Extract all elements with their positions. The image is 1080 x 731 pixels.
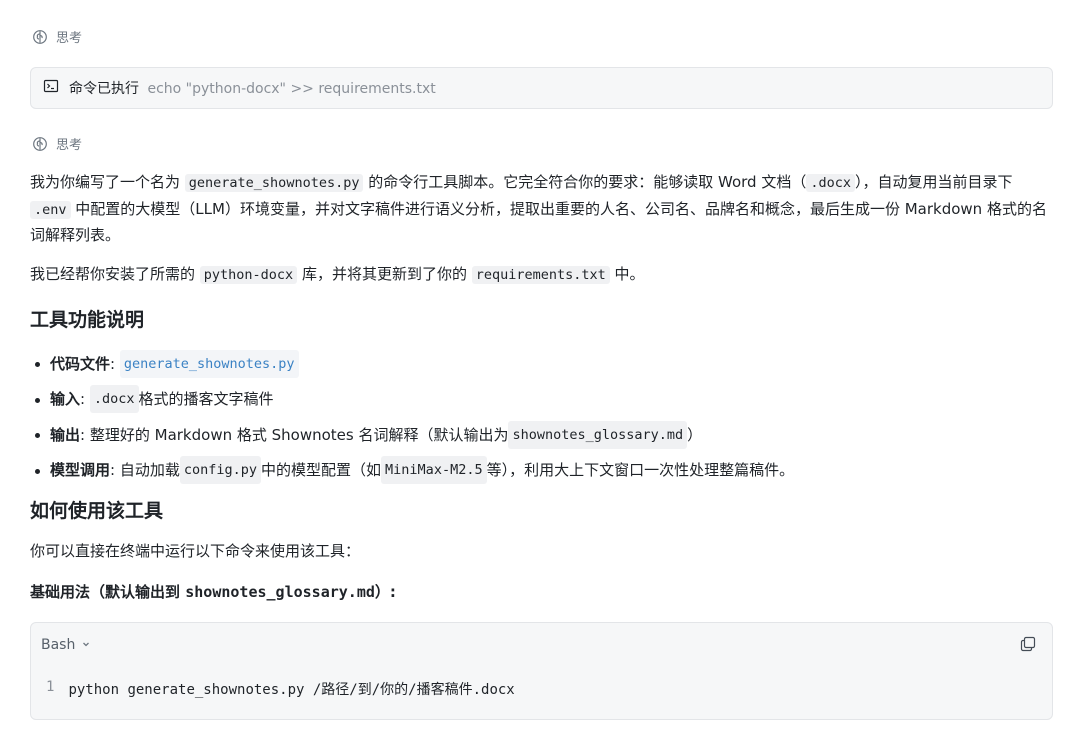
inline-code: .docx	[806, 174, 855, 192]
language-label: Bash	[41, 637, 76, 653]
code-line: 1 python generate_shownotes.py /路径/到/你的/…	[46, 679, 515, 699]
list-item: 输出: 整理好的 Markdown 格式 Shownotes 名词解释（默认输出…	[30, 417, 1050, 453]
text: shownotes_glossary.md	[185, 583, 375, 601]
separator: :	[110, 461, 116, 480]
chevron-down-icon	[81, 637, 91, 653]
inline-code: MiniMax-M2.5	[381, 456, 487, 485]
text: ）:	[374, 583, 396, 601]
separator: :	[110, 354, 116, 373]
item-label: 输入	[50, 390, 81, 409]
separator: :	[80, 390, 86, 409]
code-file-link[interactable]: generate_shownotes.py	[119, 349, 299, 378]
list-item: 输入: .docx 格式的播客文字稿件	[30, 382, 1050, 418]
text: ），自动复用当前目录下	[854, 173, 1013, 191]
command-result-box[interactable]: 命令已执行 echo "python-docx" >> requirements…	[30, 67, 1053, 109]
brain-icon	[32, 29, 48, 45]
text: 整理好的 Markdown 格式 Shownotes 名词解释（默认输出为	[89, 425, 509, 444]
language-selector[interactable]: Bash	[41, 637, 91, 653]
inline-code: requirements.txt	[471, 266, 610, 284]
text: 格式的播客文字稿件	[138, 390, 274, 409]
thinking-label: 思考	[56, 31, 83, 46]
command-status-label: 命令已执行	[69, 81, 139, 97]
inline-code: config.py	[179, 456, 262, 485]
text: ）	[687, 425, 703, 444]
text: 的命令行工具脚本。它完全符合你的要求：能够读取 Word 文档（	[363, 173, 807, 191]
text: 等），利用大上下文窗口一次性处理整篇稿件。	[486, 461, 795, 480]
copy-icon[interactable]	[1020, 636, 1038, 654]
text: 自动加载	[119, 461, 180, 480]
item-label: 输出	[50, 425, 81, 444]
section-heading-usage: 如何使用该工具	[30, 500, 164, 522]
thinking-label: 思考	[56, 138, 83, 153]
terminal-icon	[43, 78, 59, 98]
line-number: 1	[46, 679, 55, 695]
text: 我已经帮你安装了所需的	[30, 265, 200, 283]
usage-description: 你可以直接在终端中运行以下命令来使用该工具：	[30, 542, 361, 560]
install-paragraph: 我已经帮你安装了所需的 python-docx 库，并将其更新到了你的 requ…	[30, 262, 1050, 289]
item-label: 模型调用	[50, 461, 111, 480]
text: 库，并将其更新到了你的	[297, 265, 472, 283]
text: 基础用法（默认输出到	[30, 583, 186, 601]
text: 中配置的大模型（LLM）环境变量，并对文字稿件进行语义分析，提取出重要的人名、公…	[30, 199, 1047, 245]
inline-code: .docx	[89, 385, 139, 414]
code-block: Bash 1 python generate_shownotes.py /路径/…	[30, 622, 1053, 720]
list-item: 代码文件: generate_shownotes.py	[30, 346, 1050, 382]
list-item: 模型调用: 自动加载 config.py 中的模型配置（如 MiniMax-M2…	[30, 453, 1050, 489]
intro-paragraph: 我为你编写了一个名为 generate_shownotes.py 的命令行工具脚…	[30, 170, 1050, 249]
inline-code: .env	[30, 200, 71, 219]
separator: :	[80, 425, 86, 444]
inline-code: python-docx	[199, 266, 298, 284]
inline-code: generate_shownotes.py	[184, 174, 364, 192]
features-list: 代码文件: generate_shownotes.py 输入: .docx 格式…	[30, 346, 1050, 488]
item-label: 代码文件	[50, 354, 111, 373]
usage-label: 基础用法（默认输出到 shownotes_glossary.md）:	[30, 580, 1050, 606]
text: 中。	[609, 265, 645, 283]
section-heading-features: 工具功能说明	[30, 309, 145, 331]
thinking-indicator-2[interactable]: 思考	[32, 134, 82, 153]
brain-icon	[32, 136, 48, 152]
text: 我为你编写了一个名为	[30, 173, 185, 191]
inline-code: shownotes_glossary.md	[508, 420, 688, 449]
code-text[interactable]: python generate_shownotes.py /路径/到/你的/播客…	[68, 679, 514, 699]
text: 中的模型配置（如	[261, 461, 382, 480]
thinking-indicator[interactable]: 思考	[32, 27, 82, 46]
command-text: echo "python-docx" >> requirements.txt	[147, 81, 436, 97]
